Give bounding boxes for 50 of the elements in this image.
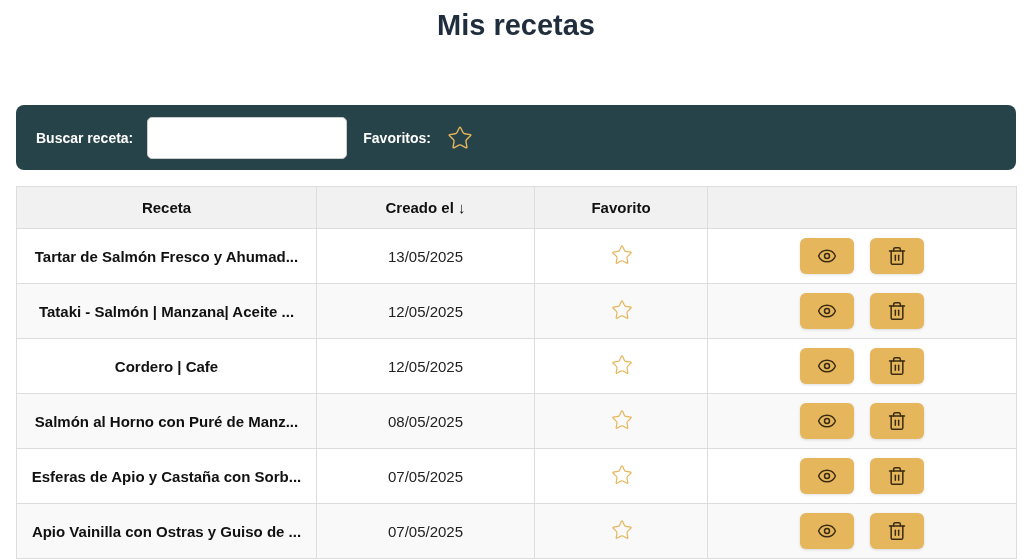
star-icon[interactable] <box>611 243 633 266</box>
delete-button[interactable] <box>870 238 924 274</box>
star-icon[interactable] <box>611 463 633 486</box>
delete-button[interactable] <box>870 513 924 549</box>
recipe-name: Cordero | Cafe <box>114 357 219 375</box>
trash-icon <box>887 411 907 431</box>
star-icon[interactable] <box>611 353 633 376</box>
created-date: 13/05/2025 <box>387 247 464 265</box>
eye-icon <box>817 466 837 486</box>
search-field[interactable] <box>147 116 348 159</box>
view-button[interactable] <box>800 238 854 274</box>
recipe-name: Salmón al Horno con Puré de Manz... <box>34 412 299 430</box>
delete-button[interactable] <box>870 458 924 494</box>
delete-button[interactable] <box>870 348 924 384</box>
eye-icon <box>817 411 837 431</box>
star-icon[interactable] <box>446 124 473 151</box>
eye-icon <box>817 356 837 376</box>
created-date: 07/05/2025 <box>387 467 464 485</box>
eye-icon <box>817 521 837 541</box>
column-header[interactable]: Favorito <box>534 186 708 229</box>
view-button[interactable] <box>800 403 854 439</box>
star-icon[interactable] <box>611 408 633 431</box>
search-label: Buscar receta: <box>36 129 134 146</box>
column-header[interactable]: Receta <box>16 186 317 229</box>
trash-icon <box>887 521 907 541</box>
view-button[interactable] <box>800 513 854 549</box>
recipe-name: Tartar de Salmón Fresco y Ahumad... <box>34 247 299 265</box>
view-button[interactable] <box>800 293 854 329</box>
recipe-name: Apio Vainilla con Ostras y Guiso de ... <box>31 522 302 540</box>
recipe-name: Tataki - Salmón | Manzana| Aceite ... <box>38 302 295 320</box>
trash-icon <box>887 301 907 321</box>
view-button[interactable] <box>800 348 854 384</box>
trash-icon <box>887 246 907 266</box>
delete-button[interactable] <box>870 293 924 329</box>
created-date: 07/05/2025 <box>387 522 464 540</box>
star-icon[interactable] <box>611 518 633 541</box>
view-button[interactable] <box>800 458 854 494</box>
eye-icon <box>817 246 837 266</box>
created-date: 12/05/2025 <box>387 357 464 375</box>
eye-icon <box>817 301 837 321</box>
page-title: Mis recetas <box>436 8 596 43</box>
trash-icon <box>887 356 907 376</box>
created-date: 12/05/2025 <box>387 302 464 320</box>
delete-button[interactable] <box>870 403 924 439</box>
created-date: 08/05/2025 <box>387 412 464 430</box>
favorites-label: Favoritos: <box>363 129 431 146</box>
column-header[interactable]: Creado el ↓ <box>316 186 535 229</box>
star-icon[interactable] <box>611 298 633 321</box>
recipe-name: Esferas de Apio y Castaña con Sorb... <box>31 467 302 485</box>
trash-icon <box>887 466 907 486</box>
